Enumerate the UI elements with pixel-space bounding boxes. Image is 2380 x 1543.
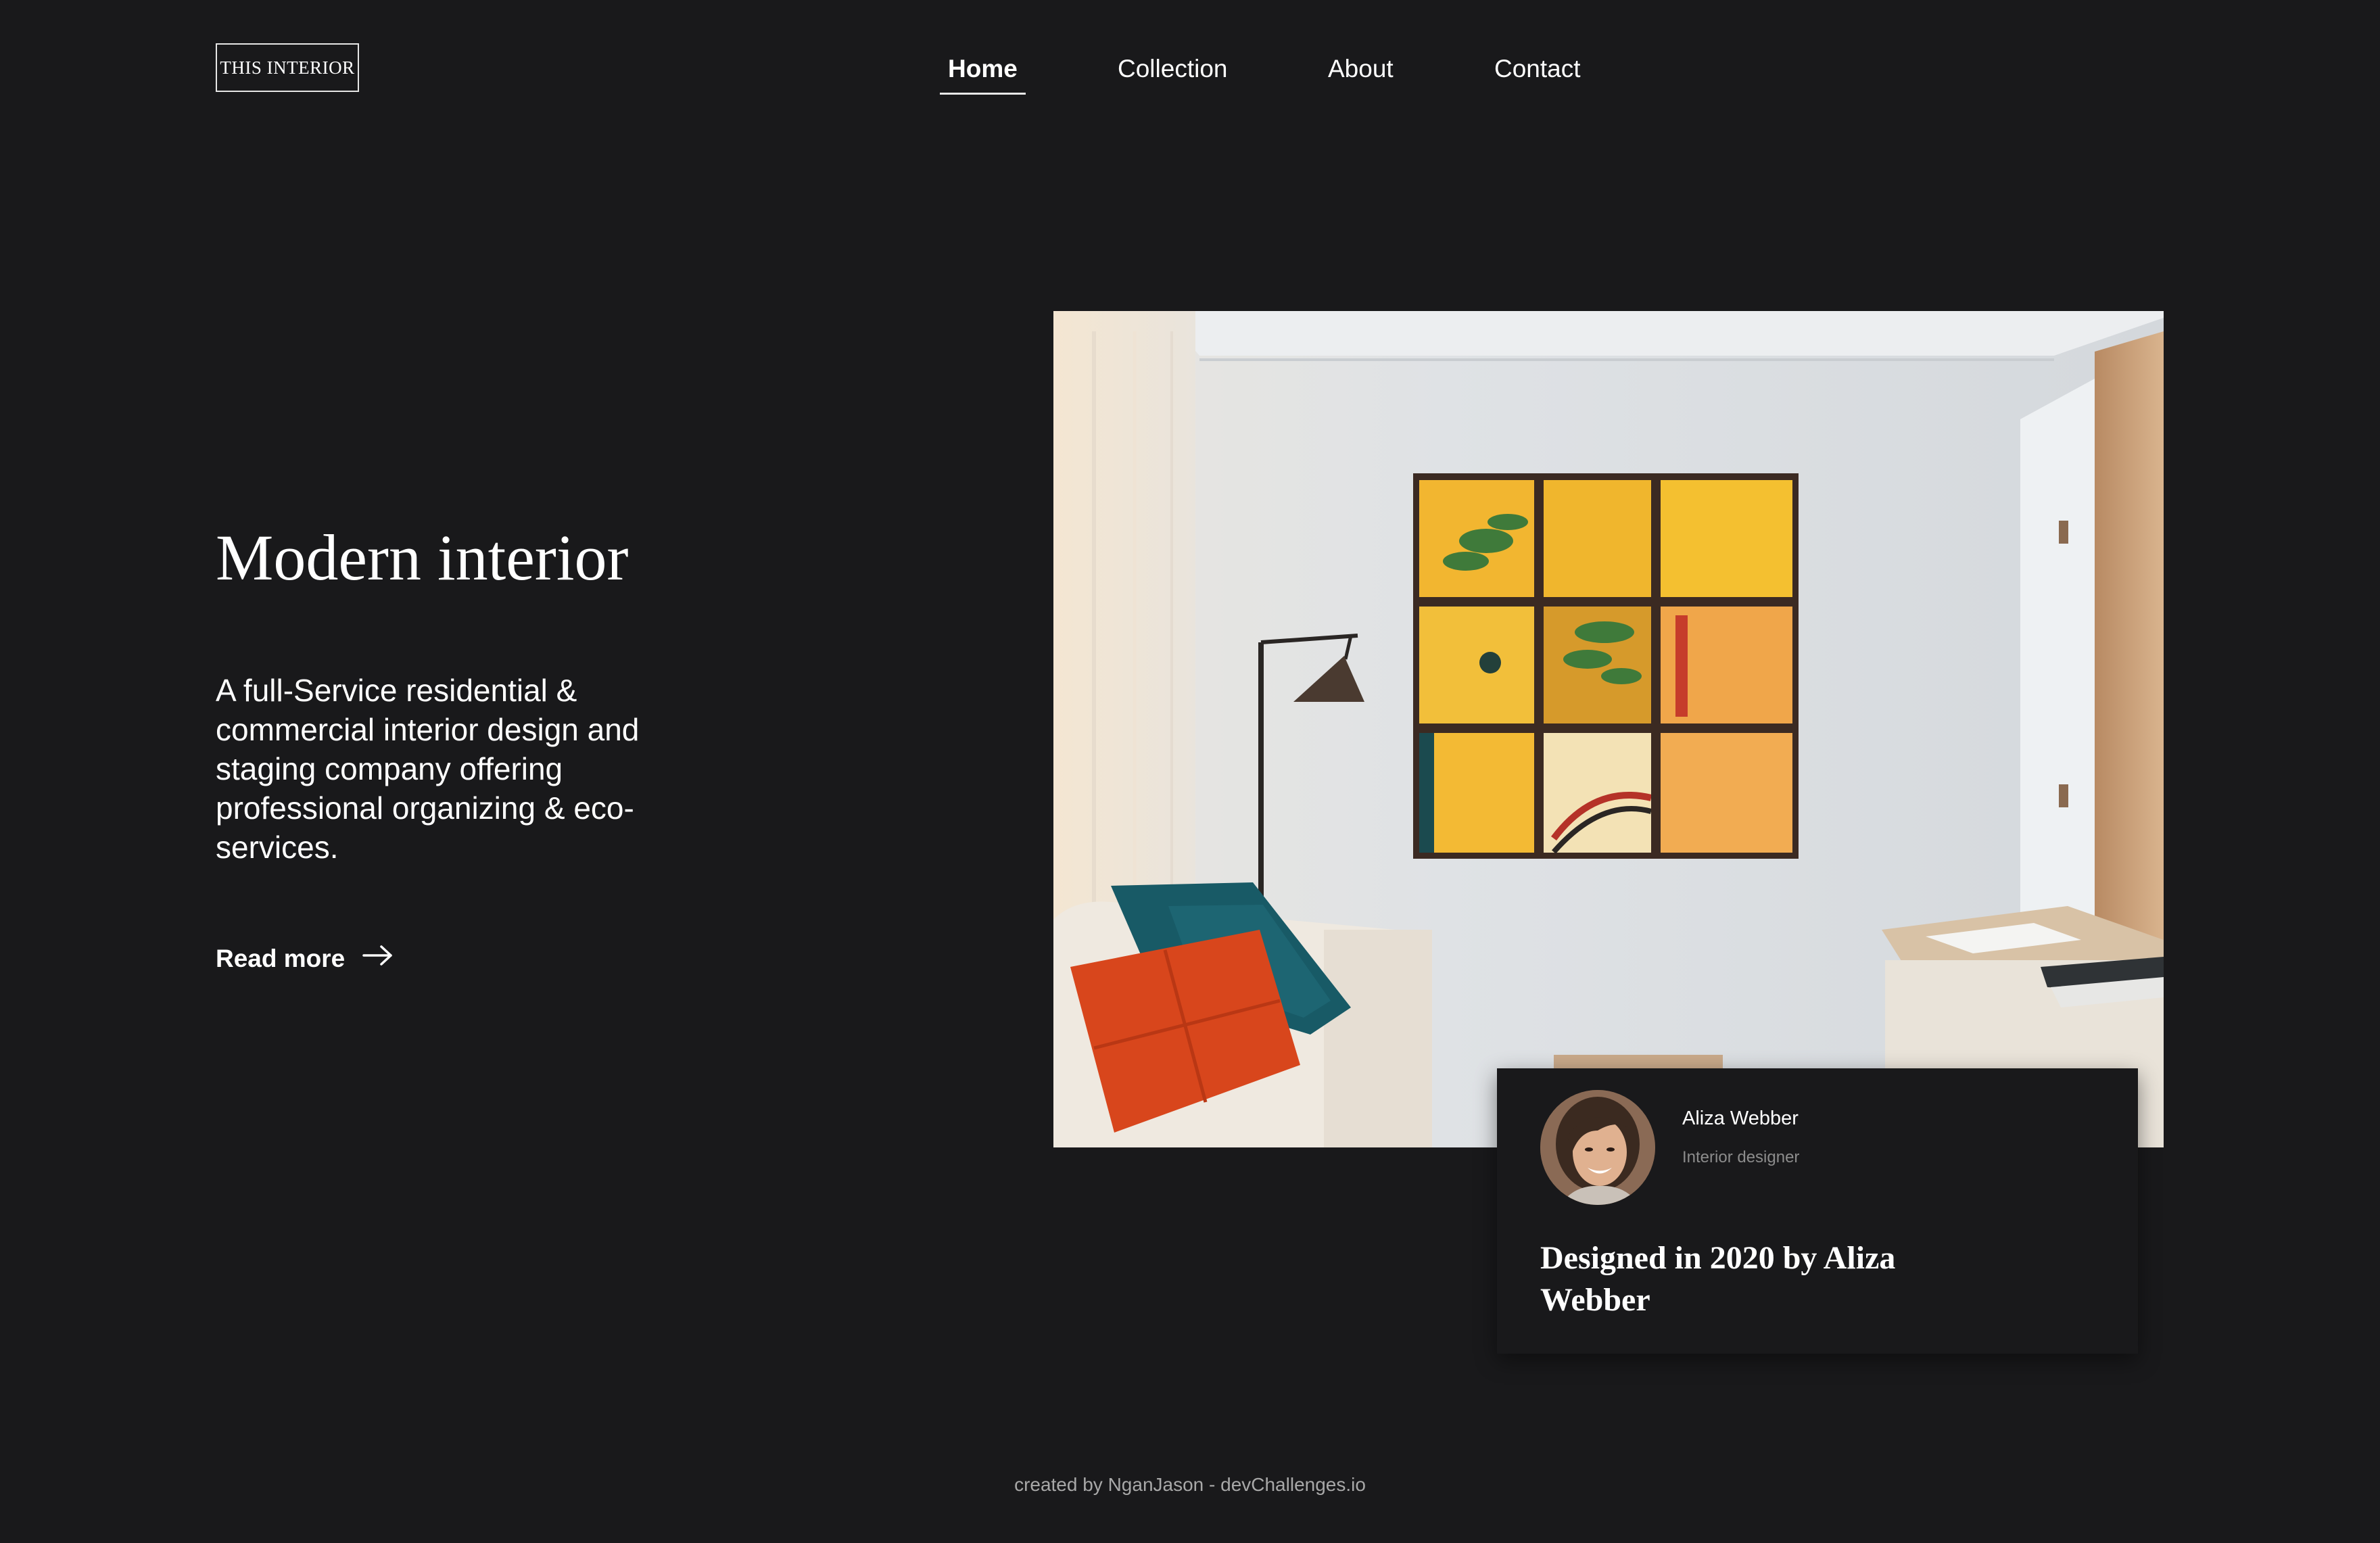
hero-description: A full-Service residential & commercial … [216, 673, 640, 865]
nav-contact[interactable]: Contact [1494, 50, 1581, 95]
hero-interior-image [1053, 311, 2164, 1147]
main-nav: Home Collection About Contact [0, 50, 2380, 99]
designer-name: Aliza Webber [1682, 1108, 1799, 1129]
designer-avatar [1540, 1090, 1655, 1205]
hero-title: Modern interior [216, 521, 629, 594]
nav-collection[interactable]: Collection [1118, 50, 1227, 95]
read-more-link[interactable]: Read more [216, 944, 394, 973]
read-more-label: Read more [216, 944, 346, 972]
footer-credit: created by NganJason - devChallenges.io [1014, 1474, 1366, 1495]
nav-home[interactable]: Home [940, 50, 1026, 95]
design-caption: Designed in 2020 by Aliza Webber [1540, 1240, 1896, 1318]
designer-card: Aliza Webber Interior designer Designed … [1497, 1068, 2138, 1354]
designer-role: Interior designer [1682, 1148, 1800, 1166]
arrow-right-icon [362, 944, 394, 973]
nav-about[interactable]: About [1328, 50, 1394, 95]
